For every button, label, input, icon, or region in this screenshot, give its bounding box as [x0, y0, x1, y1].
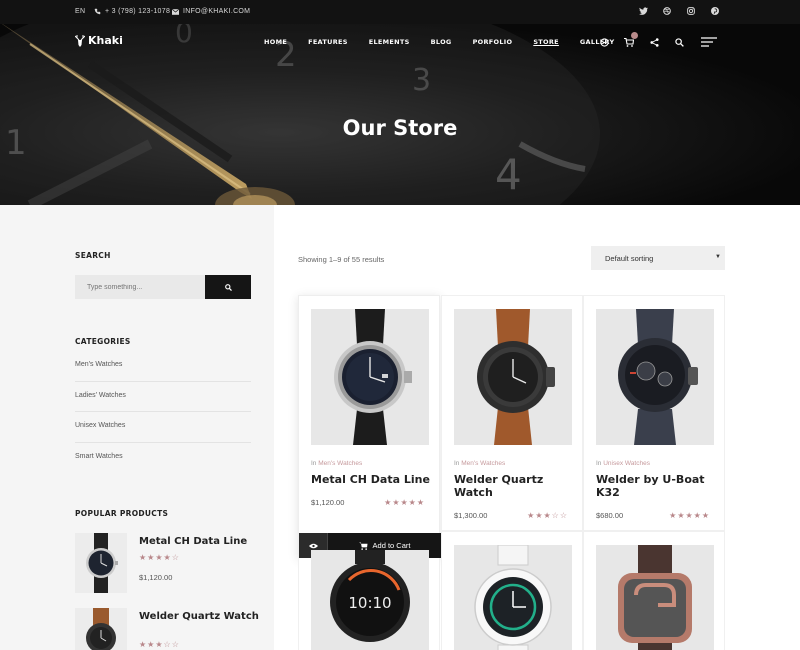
nav-item-home[interactable]: HOME [264, 38, 287, 46]
sorting-select[interactable]: Default sorting ▼ [591, 246, 725, 270]
search-submit-button[interactable] [205, 275, 251, 299]
email-address[interactable]: INFO@KHAKI.COM [183, 8, 250, 15]
nav-item-blog[interactable]: BLOG [431, 38, 452, 46]
nav-item-features[interactable]: FEATURES [308, 38, 348, 46]
dribbble-icon[interactable] [662, 6, 672, 16]
social-links [638, 6, 720, 16]
nav-item-elements[interactable]: ELEMENTS [369, 38, 410, 46]
share-icon[interactable] [648, 36, 660, 48]
popular-product-price: $1,120.00 [139, 573, 173, 582]
chevron-down-icon: ▼ [715, 254, 721, 260]
product-card[interactable]: In Unisex Watches Welder by U-Boat K32 $… [583, 295, 725, 531]
search-input[interactable] [75, 275, 205, 299]
product-category-link[interactable]: Unisex Watches [603, 460, 650, 467]
product-thumbnail[interactable] [75, 608, 127, 650]
product-category: In Men's Watches [454, 460, 505, 467]
category-item-unisex[interactable]: Unisex Watches [75, 412, 251, 443]
popular-product-name[interactable]: Metal CH Data Line [139, 535, 259, 548]
category-prefix: In [311, 460, 317, 467]
add-to-cart-label: Add to Cart [372, 541, 411, 550]
mail-icon [172, 8, 179, 15]
popular-product-item[interactable]: Welder Quartz Watch ★★★☆☆ [75, 608, 265, 650]
eye-icon [308, 543, 318, 548]
search-icon[interactable] [673, 36, 685, 48]
phone-info: + 3 (798) 123-1078 [94, 8, 170, 15]
product-image[interactable] [596, 309, 714, 445]
product-card[interactable] [441, 531, 583, 650]
main-nav: Khaki HOME FEATURES ELEMENTS BLOG PORFOL… [0, 24, 800, 60]
sorting-value: Default sorting [605, 254, 654, 263]
search-heading: SEARCH [75, 251, 111, 260]
main-menu: HOME FEATURES ELEMENTS BLOG PORFOLIO STO… [264, 38, 635, 46]
product-image[interactable] [311, 309, 429, 445]
category-prefix: In [454, 460, 460, 467]
cart-icon [358, 541, 368, 550]
product-price: $1,300.00 [454, 511, 488, 520]
popular-product-name[interactable]: Welder Quartz Watch [139, 610, 259, 623]
nav-item-store[interactable]: STORE [533, 38, 559, 46]
product-image[interactable] [454, 309, 572, 445]
product-category: In Men's Watches [311, 460, 362, 467]
cart-icon[interactable] [623, 32, 638, 48]
product-thumbnail[interactable] [75, 533, 127, 593]
pinterest-icon[interactable] [710, 6, 720, 16]
svg-text:10:10: 10:10 [348, 594, 391, 612]
product-card[interactable]: In Men's Watches Welder Quartz Watch $1,… [441, 295, 583, 531]
svg-text:3: 3 [412, 63, 431, 98]
phone-number[interactable]: + 3 (798) 123-1078 [105, 8, 170, 15]
page-title: Our Store [342, 116, 458, 140]
brand-name: Khaki [88, 34, 123, 47]
product-category: In Unisex Watches [596, 460, 650, 467]
categories-heading: CATEGORIES [75, 337, 131, 346]
results-count: Showing 1–9 of 55 results [298, 255, 385, 264]
category-item-ladies[interactable]: Ladies' Watches [75, 382, 251, 412]
product-category-link[interactable]: Men's Watches [318, 460, 362, 467]
category-item-mens[interactable]: Men's Watches [75, 351, 251, 382]
category-item-smart[interactable]: Smart Watches [75, 443, 251, 474]
product-image[interactable] [454, 545, 572, 650]
category-list: Men's Watches Ladies' Watches Unisex Wat… [75, 351, 251, 473]
product-category-link[interactable]: Men's Watches [461, 460, 505, 467]
twitter-icon[interactable] [638, 6, 648, 16]
sidebar: SEARCH CATEGORIES Men's Watches Ladies' … [0, 205, 274, 650]
rating-stars: ★★★☆☆ [139, 640, 180, 649]
product-image[interactable] [596, 545, 714, 650]
category-prefix: In [596, 460, 602, 467]
hero-banner: 2 3 4 1 0 Khaki HOME FEATURES ELEMENTS B… [0, 24, 800, 205]
rating-stars: ★★★☆☆ [527, 511, 568, 520]
nav-icons [598, 32, 730, 48]
rating-stars: ★★★★★ [384, 498, 425, 507]
product-title[interactable]: Welder Quartz Watch [454, 473, 579, 499]
product-card[interactable]: In Men's Watches Metal CH Data Line $1,1… [298, 295, 441, 558]
phone-icon [94, 8, 101, 15]
email-info: INFO@KHAKI.COM [172, 8, 250, 15]
search-icon [224, 283, 232, 291]
nav-item-portfolio[interactable]: PORFOLIO [473, 38, 513, 46]
instagram-icon[interactable] [686, 6, 696, 16]
language-switcher[interactable]: EN [75, 8, 85, 15]
product-card[interactable]: 10:10 [298, 550, 440, 650]
product-image[interactable]: 10:10 [311, 550, 429, 650]
popular-product-item[interactable]: Metal CH Data Line ★★★★☆ $1,120.00 [75, 533, 265, 593]
rating-stars: ★★★★☆ [139, 553, 180, 562]
product-price: $1,120.00 [311, 498, 345, 507]
cart-count-badge [631, 32, 638, 39]
popular-products-heading: POPULAR PRODUCTS [75, 509, 169, 518]
login-icon[interactable] [598, 36, 610, 48]
deer-logo-icon [75, 34, 85, 47]
product-title[interactable]: Metal CH Data Line [311, 473, 436, 486]
brand-logo[interactable]: Khaki [75, 34, 123, 47]
hamburger-menu-icon[interactable] [701, 36, 717, 48]
product-card[interactable] [583, 531, 725, 650]
sidebar-search [75, 275, 251, 299]
top-bar: EN + 3 (798) 123-1078 INFO@KHAKI.COM [0, 0, 800, 24]
rating-stars: ★★★★★ [669, 511, 710, 520]
product-title[interactable]: Welder by U-Boat K32 [596, 473, 721, 499]
svg-text:4: 4 [495, 150, 522, 199]
product-price: $680.00 [596, 511, 624, 520]
